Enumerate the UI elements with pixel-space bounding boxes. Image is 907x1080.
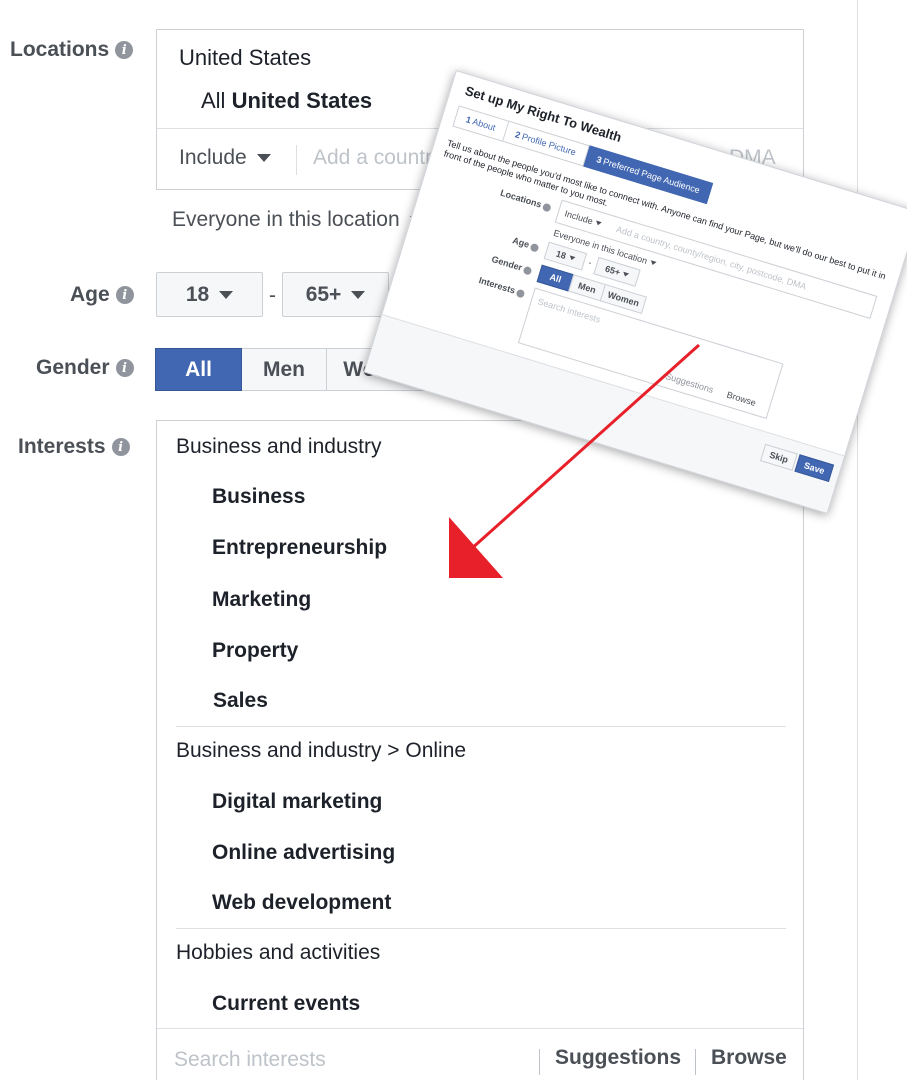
- red-arrow-icon: [449, 343, 701, 578]
- arrow-shaft: [468, 343, 701, 552]
